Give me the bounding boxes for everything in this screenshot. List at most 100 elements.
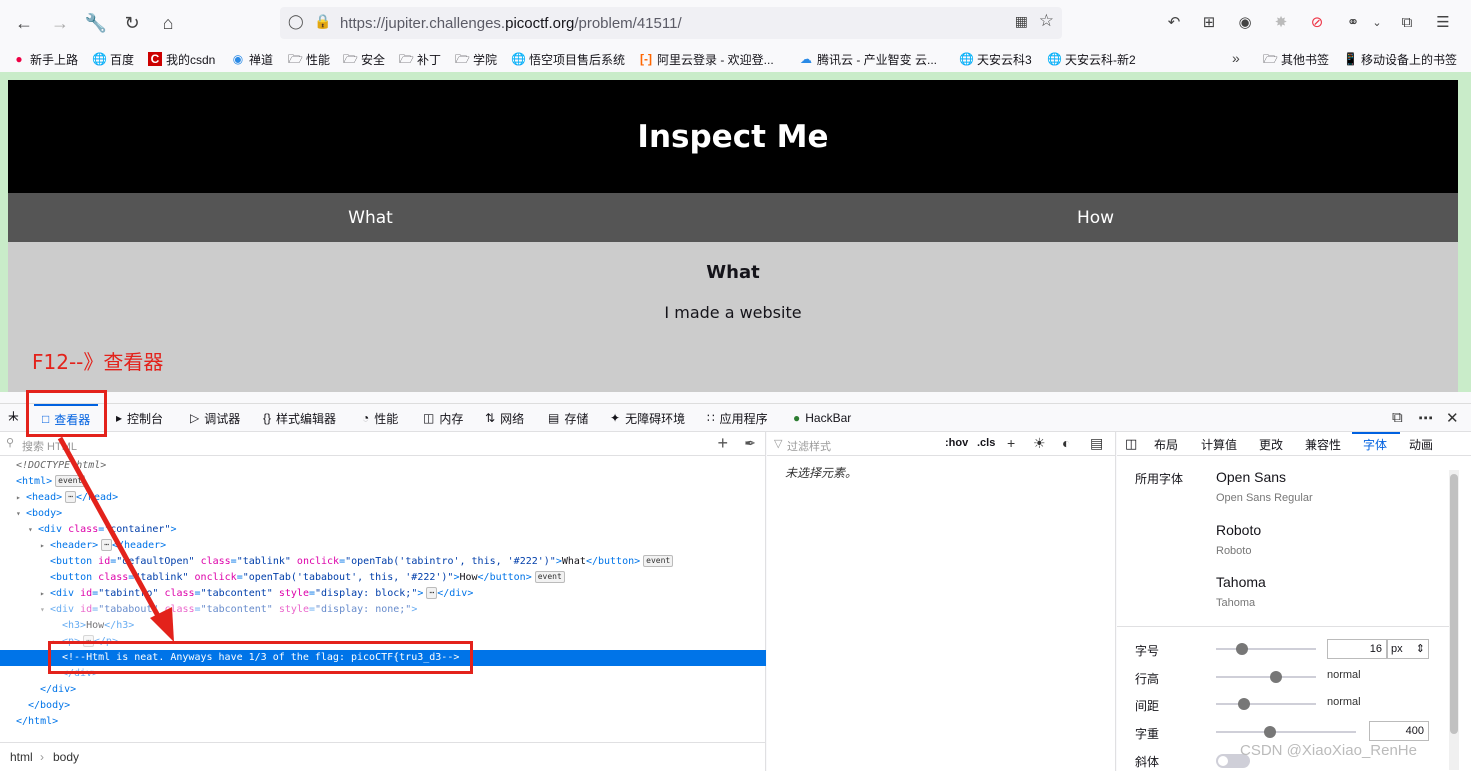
tree-node[interactable]: ▸ <div id="tabintro" class="tabcontent" s… xyxy=(0,586,766,602)
tab-compatibility[interactable]: 兼容性 xyxy=(1305,436,1341,453)
element-picker-icon[interactable]: ⯸ xyxy=(8,404,19,432)
qr-code-icon[interactable]: ▦ xyxy=(1015,13,1028,30)
add-rule-icon[interactable]: + xyxy=(1007,435,1015,451)
bookmark-item[interactable]: 🌐 天安云科3 xyxy=(959,50,1032,68)
tree-node[interactable]: ▸ <header> ⋯ </header> xyxy=(0,538,766,554)
font-size-input[interactable]: 16 xyxy=(1327,639,1387,659)
tree-node[interactable]: ▸ <head> ⋯ </head> xyxy=(0,490,766,506)
bookmark-folder[interactable]: 🗁 其他书签 xyxy=(1263,50,1329,68)
tab-what[interactable]: What xyxy=(8,193,733,242)
sync-icon[interactable]: ⚭ xyxy=(1342,11,1364,33)
print-media-icon[interactable]: ▤ xyxy=(1090,435,1103,452)
crop-icon[interactable]: ⊞ xyxy=(1198,11,1220,33)
chat-icon[interactable]: ◉ xyxy=(1234,11,1256,33)
block-icon[interactable]: ⊘ xyxy=(1306,11,1328,33)
cls-toggle[interactable]: .cls xyxy=(977,437,995,449)
tree-node[interactable]: </html> xyxy=(0,714,766,730)
search-input[interactable]: 搜索 HTML xyxy=(22,438,77,454)
shield-icon[interactable]: ◯ xyxy=(288,13,304,30)
font-size-slider[interactable] xyxy=(1216,643,1316,655)
breadcrumb-body[interactable]: body xyxy=(53,750,79,764)
close-icon[interactable]: ✕ xyxy=(1446,409,1459,427)
eyedropper-icon[interactable]: ✒ xyxy=(744,435,756,452)
bookmark-item[interactable]: 🌐 悟空项目售后系统 xyxy=(511,50,625,68)
tab-layout[interactable]: 布局 xyxy=(1154,436,1178,453)
chevron-double-right-icon[interactable]: » xyxy=(1232,50,1240,66)
more-options-icon[interactable]: ⋯ xyxy=(1418,409,1433,427)
tree-node[interactable]: </div> xyxy=(0,682,766,698)
url-text[interactable]: https://jupiter.challenges.picoctf.org/p… xyxy=(340,15,682,32)
tree-node[interactable]: ▾ <div class="container"> xyxy=(0,522,766,538)
bookmark-folder[interactable]: 🗁 性能 xyxy=(288,50,330,68)
tab-hackbar[interactable]: ● HackBar xyxy=(793,404,851,432)
light-mode-icon[interactable]: ☀ xyxy=(1033,435,1046,452)
tab-memory[interactable]: ◫ 内存 xyxy=(423,404,463,432)
tab-performance[interactable]: ◔ 性能 xyxy=(362,404,398,432)
tab-changes[interactable]: 更改 xyxy=(1259,436,1283,453)
bookmark-item[interactable]: ● 新手上路 xyxy=(12,50,78,68)
dock-icon[interactable]: ⧉ xyxy=(1392,409,1403,426)
tab-fonts[interactable]: 字体 xyxy=(1363,436,1387,453)
tree-node[interactable]: ▾ <div id="tababout" class="tabcontent" s… xyxy=(0,602,766,618)
bookmark-item[interactable]: C 我的csdn xyxy=(148,50,215,68)
tab-accessibility[interactable]: ✦ 无障碍环境 xyxy=(610,404,685,432)
bookmark-folder[interactable]: 🗁 学院 xyxy=(455,50,497,68)
hov-toggle[interactable]: :hov xyxy=(945,437,968,449)
font-size-unit-select[interactable]: px ⇕ xyxy=(1387,639,1429,659)
undo-icon[interactable]: ↶ xyxy=(1163,11,1185,33)
tree-node[interactable]: ▾ <body> xyxy=(0,506,766,522)
bookmark-folder[interactable]: 🗁 安全 xyxy=(343,50,385,68)
tab-how[interactable]: How xyxy=(733,193,1458,242)
tab-style-editor[interactable]: {} 样式编辑器 xyxy=(263,404,336,432)
tree-node[interactable]: <html> event xyxy=(0,474,766,490)
font-weight-slider[interactable] xyxy=(1216,726,1356,738)
tree-node[interactable]: <button id="defaultOpen" class="tablink"… xyxy=(0,554,766,570)
tab-network[interactable]: ⇅ 网络 xyxy=(485,404,524,432)
line-height-slider[interactable] xyxy=(1216,671,1316,683)
forward-button[interactable]: → xyxy=(46,9,74,37)
tab-console[interactable]: ▸ 控制台 xyxy=(116,404,163,432)
tree-node[interactable]: <!DOCTYPE html> xyxy=(0,458,766,474)
tree-node[interactable]: <h3>How</h3> xyxy=(0,618,766,634)
bookmark-folder[interactable]: 🗁 补丁 xyxy=(399,50,441,68)
font-weight-input[interactable]: 400 xyxy=(1369,721,1429,741)
add-node-button[interactable]: + xyxy=(717,433,728,454)
wrench-icon[interactable]: 🔧 xyxy=(82,9,110,37)
annotation-text: F12--》查看器 xyxy=(32,350,164,374)
tree-node[interactable]: </body> xyxy=(0,698,766,714)
bookmark-item[interactable]: ☁ 腾讯云 - 产业智变 云... xyxy=(799,50,937,68)
tab-computed[interactable]: 计算值 xyxy=(1201,436,1237,453)
breadcrumb-html[interactable]: html xyxy=(10,750,33,764)
extensions-puzzle-icon[interactable]: ⧉ xyxy=(1396,11,1418,33)
home-button[interactable]: ⌂ xyxy=(154,9,182,37)
tab-animations[interactable]: 动画 xyxy=(1409,436,1433,453)
tree-node[interactable]: <button class="tablink" onclick="openTab… xyxy=(0,570,766,586)
filter-styles-input[interactable]: 过滤样式 xyxy=(787,438,831,454)
bookmark-star-icon[interactable]: ☆ xyxy=(1039,11,1054,31)
slider-knob[interactable] xyxy=(1238,698,1250,710)
slider-knob[interactable] xyxy=(1236,643,1248,655)
reload-button[interactable]: ↻ xyxy=(118,9,146,37)
bookmark-item[interactable]: 🌐 天安云科-新2 xyxy=(1047,50,1136,68)
bookmark-item[interactable]: [-] 阿里云登录 - 欢迎登... xyxy=(639,50,774,68)
bookmark-item[interactable]: 🌐 百度 xyxy=(92,50,134,68)
letter-spacing-slider[interactable] xyxy=(1216,698,1316,710)
slider-knob[interactable] xyxy=(1270,671,1282,683)
back-button[interactable]: ← xyxy=(10,9,38,37)
extension-icon[interactable]: ✸ xyxy=(1270,11,1292,33)
sidebar-toggle-icon[interactable]: ◫ xyxy=(1125,436,1137,452)
tab-debugger[interactable]: ▷ 调试器 xyxy=(190,404,240,432)
scrollbar-thumb[interactable] xyxy=(1450,474,1458,734)
dark-mode-icon[interactable]: ◐ xyxy=(1062,435,1070,451)
italic-label: 斜体 xyxy=(1135,755,1160,769)
bookmark-item[interactable]: ◉ 禅道 xyxy=(231,50,273,68)
lock-icon[interactable]: 🔒 xyxy=(314,13,331,30)
url-bar[interactable]: ◯ 🔒 https://jupiter.challenges.picoctf.o… xyxy=(280,7,1062,39)
tab-storage[interactable]: ▤ 存储 xyxy=(548,404,588,432)
slider-knob[interactable] xyxy=(1264,726,1276,738)
tab-application[interactable]: ∷ 应用程序 xyxy=(707,404,768,432)
scrollbar[interactable] xyxy=(1449,470,1459,770)
chevron-down-icon[interactable]: ⌄ xyxy=(1366,11,1388,33)
bookmark-folder[interactable]: 📱 移动设备上的书签 xyxy=(1343,50,1457,68)
menu-icon[interactable]: ☰ xyxy=(1432,11,1454,33)
